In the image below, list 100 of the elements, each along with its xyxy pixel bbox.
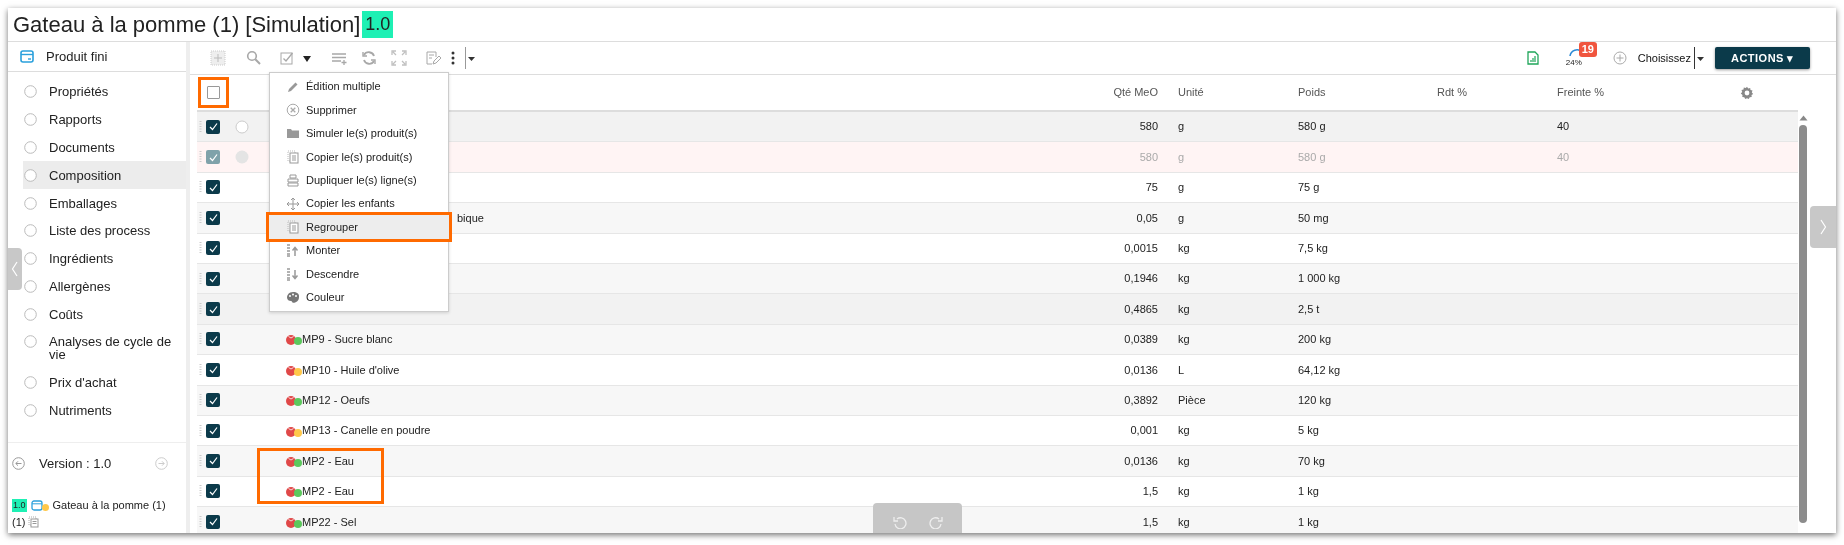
product-name[interactable]: bique (457, 209, 484, 227)
palette-icon (286, 290, 300, 305)
select-all-checkbox[interactable] (207, 86, 220, 99)
menu-item[interactable]: Descendre (270, 262, 448, 286)
product-name[interactable]: MP2 - Eau (302, 452, 354, 470)
menu-item[interactable]: Simuler le(s) produit(s) (270, 121, 448, 146)
delete-icon (286, 103, 300, 118)
weight-cell-text: 75 g (1298, 180, 1321, 196)
row-checkbox[interactable] (206, 119, 220, 134)
unit-cell-text: kg (1177, 514, 1191, 530)
quantity-cell-text: 1,5 (1141, 514, 1158, 530)
check-icon (208, 304, 218, 314)
quantity-cell-text: 75 (1144, 180, 1158, 196)
version-label: Version : 1.0 (39, 454, 113, 473)
row-checkbox[interactable] (206, 180, 220, 195)
search-icon[interactable] (246, 50, 262, 66)
tree-item-label[interactable]: Gateau à la pomme (1) (52, 497, 166, 514)
menu-item[interactable]: Supprimer (270, 98, 448, 122)
sidebar-item[interactable]: Propriétés (23, 78, 186, 106)
refresh-icon[interactable] (361, 50, 377, 66)
checkbox-icon[interactable] (279, 50, 295, 66)
actions-button[interactable]: ACTIONS ▾ (1714, 47, 1810, 69)
sidebar-item[interactable]: Liste des process (23, 216, 186, 245)
menu-item[interactable]: Regrouper (269, 215, 449, 239)
redo-icon[interactable] (928, 515, 943, 529)
mode-dropdown[interactable]: Choisissez (1637, 47, 1705, 69)
radio-icon (24, 404, 37, 417)
column-header[interactable]: Qté MeO (1060, 84, 1158, 101)
menu-item[interactable]: Couleur (270, 285, 448, 309)
sidebar-item[interactable]: Emballages (23, 189, 186, 217)
unit-cell-text: g (1177, 149, 1186, 165)
copy-icon (286, 149, 300, 164)
sidebar-item[interactable]: Composition (23, 161, 186, 190)
check-icon (208, 334, 218, 344)
product-name[interactable]: MP13 - Canelle en poudre (302, 422, 431, 439)
row-checkbox[interactable] (206, 454, 220, 468)
row-checkbox[interactable] (206, 393, 220, 408)
product-name[interactable]: MP10 - Huile d'olive (302, 361, 400, 379)
radio-icon (24, 279, 37, 293)
quantity-cell-text: 0,3892 (1123, 392, 1158, 408)
column-header[interactable]: Poids (1298, 84, 1437, 101)
chevron-right-icon (1819, 219, 1827, 235)
row-checkbox[interactable] (206, 271, 220, 286)
quantity-cell-text: 0,0389 (1123, 332, 1158, 348)
menu-item[interactable]: Monter (270, 238, 448, 263)
check-icon (208, 486, 218, 496)
product-name[interactable]: MP12 - Oeufs (302, 391, 370, 409)
product-name[interactable]: MP2 - Eau (302, 483, 354, 500)
row-checkbox[interactable] (206, 423, 220, 438)
add-icon[interactable] (1612, 51, 1627, 65)
sidebar-item[interactable]: Nutriments (23, 396, 186, 425)
move-down-icon (286, 266, 300, 281)
tree-item-label: (1) (12, 514, 26, 530)
sidebar-item[interactable]: Analyses de cycle de vie (23, 328, 186, 369)
radio-icon (24, 307, 37, 321)
menu-item[interactable]: Copier les enfants (270, 191, 448, 216)
check-icon (208, 122, 218, 132)
grid-icon[interactable] (210, 50, 226, 66)
unit-cell-text: Pièce (1177, 392, 1207, 408)
undo-icon[interactable] (892, 515, 907, 529)
product-name[interactable]: MP9 - Sucre blanc (302, 331, 393, 348)
row-checkbox[interactable] (206, 210, 220, 225)
sidebar-item[interactable]: Coûts (23, 300, 186, 329)
column-header[interactable]: Freinte % (1557, 84, 1717, 101)
scrollbar-thumb[interactable] (1799, 125, 1807, 523)
add-row-icon[interactable] (331, 50, 347, 66)
row-checkbox[interactable] (206, 241, 220, 256)
quantity-cell-text: 0,0136 (1123, 362, 1158, 378)
column-header[interactable]: Unité (1158, 84, 1298, 101)
weight-cell-text: 70 kg (1298, 453, 1326, 469)
product-name[interactable]: MP22 - Sel (302, 513, 357, 530)
row-checkbox[interactable] (206, 484, 220, 499)
radio-icon (24, 335, 37, 349)
radio-icon (24, 376, 37, 390)
menu-item[interactable]: Dupliquer le(s) ligne(s) (270, 168, 448, 192)
check-icon (208, 213, 218, 223)
row-checkbox[interactable] (206, 302, 220, 317)
menu-item[interactable]: Édition multiple (270, 75, 448, 99)
sidebar-item[interactable]: Prix d'achat (23, 368, 186, 397)
check-icon (208, 182, 218, 192)
previous-icon[interactable] (12, 457, 25, 470)
collapse-tab[interactable] (8, 248, 22, 290)
row-checkbox[interactable] (206, 514, 220, 529)
sidebar-item[interactable]: Ingrédients (23, 244, 186, 273)
version-badge: 1.0 (12, 498, 27, 512)
unit-cell-text: L (1177, 362, 1186, 378)
next-icon[interactable] (155, 457, 168, 470)
check-icon (208, 365, 218, 375)
menu-item[interactable]: Copier le(s) produit(s) (270, 145, 448, 169)
column-header[interactable]: Rdt % (1437, 84, 1557, 101)
check-icon (208, 243, 218, 253)
product-icon (30, 499, 43, 511)
sidebar-item[interactable]: Documents (23, 133, 186, 162)
row-checkbox[interactable] (206, 362, 220, 377)
sidebar-item[interactable]: Allergènes (23, 272, 186, 301)
fullscreen-icon[interactable] (391, 50, 407, 66)
spreadsheet-icon[interactable] (1526, 51, 1539, 65)
row-checkbox[interactable] (206, 332, 220, 347)
sidebar-item[interactable]: Rapports (23, 105, 186, 134)
settings-icon[interactable] (1740, 85, 1754, 100)
